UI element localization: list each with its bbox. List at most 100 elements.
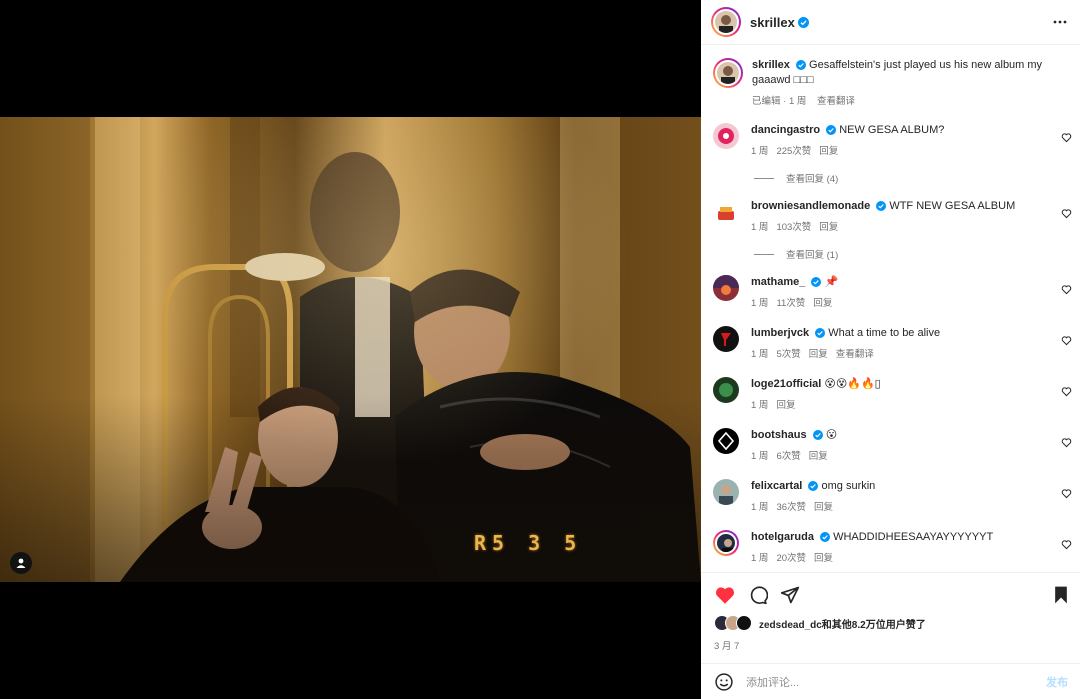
comment-text: 😮 [825, 429, 838, 441]
like-comment-heart-icon[interactable] [1061, 386, 1072, 397]
reply-button[interactable]: 回复 [813, 298, 832, 309]
comment-row: dancingastro NEW GESA ALBUM? 1 周 225次赞 回复 [701, 123, 1080, 159]
author-avatar[interactable] [711, 7, 741, 37]
liker-avatar [736, 615, 752, 631]
comment-time: 1 周 [751, 222, 769, 233]
commenter-avatar[interactable] [713, 377, 739, 403]
comment-username[interactable]: lumberjvck [751, 327, 809, 339]
commenter-avatar[interactable] [713, 530, 739, 556]
post-photo[interactable]: R5 3 5 [0, 117, 701, 582]
share-icon[interactable] [780, 585, 800, 605]
like-comment-heart-icon[interactable] [1061, 132, 1072, 143]
post-header: skrillex [701, 0, 1080, 45]
comment-username[interactable]: browniesandlemonade [751, 200, 870, 212]
comment-row: lumberjvck What a time to be alive 1 周 5次… [701, 326, 1080, 362]
comment-username[interactable]: hotelgaruda [751, 531, 814, 543]
likes-text[interactable]: zedsdead_dc和其他8.2万位用户赞了 [759, 616, 926, 631]
see-translation-link[interactable]: 查看翻译 [817, 96, 855, 107]
caption-username[interactable]: skrillex [752, 59, 790, 71]
reply-button[interactable]: 回复 [776, 400, 795, 411]
comment-text: 📌 [824, 276, 839, 288]
comments-scroll-area[interactable]: skrillex Gesaffelstein's just played us … [701, 46, 1080, 572]
save-bookmark-icon[interactable] [1052, 585, 1070, 605]
verified-badge-icon [826, 125, 837, 135]
likes-summary[interactable]: zedsdead_dc和其他8.2万位用户赞了 [701, 609, 1080, 631]
verified-badge-icon [797, 16, 809, 28]
commenter-avatar[interactable] [713, 428, 739, 454]
comment-time: 1 周 [751, 146, 769, 157]
comment-input[interactable]: 添加评论... [746, 674, 1046, 690]
person-photo-icon [722, 539, 734, 552]
instagram-post-modal: R5 3 5 skrillex skrillex Gesaffelstein's… [0, 0, 1080, 699]
reply-button[interactable]: 回复 [819, 222, 838, 233]
comment-row: browniesandlemonade WTF NEW GESA ALBUM 1… [701, 199, 1080, 235]
reply-button[interactable]: 回复 [814, 553, 833, 564]
view-replies-label[interactable]: 查看回复 (1) [786, 247, 838, 261]
comment-time: 1 周 [751, 502, 769, 513]
person-photo-icon [719, 485, 733, 505]
comment-username[interactable]: bootshaus [751, 429, 807, 441]
comment-row: mathame_ 📌 1 周 11次赞 回复 [701, 275, 1080, 311]
emoji-icon[interactable] [714, 672, 734, 692]
author-username[interactable]: skrillex [750, 15, 795, 30]
reply-button[interactable]: 回复 [819, 146, 838, 157]
more-options-icon[interactable] [1052, 14, 1068, 30]
reply-button[interactable]: 回复 [814, 502, 833, 513]
comment-username[interactable]: felixcartal [751, 480, 802, 492]
tagged-users-button[interactable] [10, 552, 32, 574]
caption-avatar[interactable] [713, 58, 743, 88]
post-actions: zedsdead_dc和其他8.2万位用户赞了 3 月 7 [701, 572, 1080, 652]
cake-icon [718, 207, 734, 220]
verified-badge-icon [820, 532, 831, 542]
verified-badge-icon [811, 277, 822, 287]
like-heart-icon[interactable] [714, 584, 736, 606]
disco-ball-icon [718, 128, 734, 144]
like-comment-heart-icon[interactable] [1061, 539, 1072, 550]
comment-likes[interactable]: 11次赞 [776, 298, 805, 309]
photo-shade [0, 117, 701, 582]
see-translation-link[interactable]: 查看翻译 [836, 349, 874, 360]
view-replies[interactable]: 查看回复 (1) [754, 247, 1080, 261]
comment-username[interactable]: dancingastro [751, 124, 820, 136]
comment-likes[interactable]: 5次赞 [776, 349, 800, 360]
comment-likes[interactable]: 6次赞 [776, 451, 800, 462]
comment-time: 1 周 [751, 553, 769, 564]
comment-text: 😵😵🔥🔥▯ [824, 378, 881, 390]
verified-badge-icon [876, 201, 887, 211]
like-comment-heart-icon[interactable] [1061, 335, 1072, 346]
like-comment-heart-icon[interactable] [1061, 208, 1072, 219]
verified-badge-icon [795, 60, 806, 70]
view-replies-label[interactable]: 查看回复 (4) [786, 171, 838, 185]
comment-text: WTF NEW GESA ALBUM [889, 200, 1016, 212]
commenter-avatar[interactable] [713, 479, 739, 505]
comment-likes[interactable]: 225次赞 [776, 146, 811, 157]
like-comment-heart-icon[interactable] [1061, 284, 1072, 295]
commenter-avatar[interactable] [713, 326, 739, 352]
reply-button[interactable]: 回复 [809, 451, 828, 462]
media-pane: R5 3 5 [0, 0, 701, 699]
reply-button[interactable]: 回复 [809, 349, 828, 360]
user-icon [16, 558, 26, 568]
comment-row: bootshaus 😮 1 周 6次赞 回复 [701, 428, 1080, 464]
comment-likes[interactable]: 36次赞 [776, 502, 806, 513]
comment-username[interactable]: loge21official [751, 378, 821, 390]
photo-date-stamp: R5 3 5 [474, 531, 583, 555]
like-comment-heart-icon[interactable] [1061, 437, 1072, 448]
view-replies[interactable]: 查看回复 (4) [754, 171, 1080, 185]
commenter-avatar[interactable] [713, 275, 739, 301]
post-comment-button[interactable]: 发布 [1046, 674, 1068, 690]
commenter-avatar[interactable] [713, 199, 739, 225]
comment-time: 1 周 [751, 400, 769, 411]
comment-likes[interactable]: 20次赞 [776, 553, 806, 564]
comment-row: hotelgaruda WHADDIDHEESAAYAYYYYYYT 1 周 20… [701, 530, 1080, 566]
comment-username[interactable]: mathame_ [751, 276, 805, 288]
like-comment-heart-icon[interactable] [1061, 488, 1072, 499]
commenter-avatar[interactable] [713, 123, 739, 149]
comment-icon[interactable] [748, 585, 768, 605]
comment-row: loge21official 😵😵🔥🔥▯ 1 周回复 [701, 377, 1080, 413]
liker-avatars [714, 615, 752, 631]
caption-row: skrillex Gesaffelstein's just played us … [701, 46, 1080, 109]
post-date[interactable]: 3 月 7 [701, 631, 1080, 652]
comment-likes[interactable]: 103次赞 [776, 222, 811, 233]
comment-text: NEW GESA ALBUM? [839, 124, 945, 136]
